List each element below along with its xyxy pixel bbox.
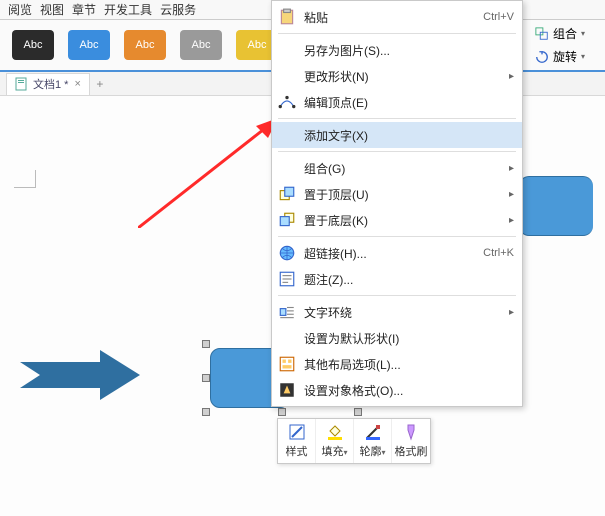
tab-close-icon[interactable]: × xyxy=(74,78,80,90)
group-button[interactable]: 组合▾ xyxy=(531,22,601,45)
cm-group[interactable]: 组合(G)▸ xyxy=(272,155,522,181)
cm-separator xyxy=(278,151,516,152)
caption-icon xyxy=(278,270,296,288)
cm-caption[interactable]: 题注(Z)... xyxy=(272,266,522,292)
cm-separator xyxy=(278,33,516,34)
chevron-right-icon: ▸ xyxy=(504,163,514,174)
group-icon xyxy=(535,27,549,41)
tab-title: 文档1 * xyxy=(33,76,68,92)
ft-format-painter[interactable]: 格式刷 xyxy=(392,419,430,463)
bring-front-icon xyxy=(278,185,296,203)
outline-icon xyxy=(364,423,382,441)
cm-separator xyxy=(278,236,516,237)
right-toolbar: 组合▾ 旋转▾ xyxy=(531,22,601,68)
menu-cloud[interactable]: 云服务 xyxy=(160,1,196,18)
group-label: 组合 xyxy=(553,25,577,42)
chevron-right-icon: ▸ xyxy=(504,189,514,200)
menu-devtools[interactable]: 开发工具 xyxy=(104,1,152,18)
ft-outline[interactable]: 轮廓▾ xyxy=(354,419,392,463)
cm-edit-points[interactable]: 编辑顶点(E) xyxy=(272,89,522,115)
handle-bm[interactable] xyxy=(278,408,286,416)
cm-change-shape[interactable]: 更改形状(N)▸ xyxy=(272,63,522,89)
margin-marker xyxy=(14,170,36,188)
annotation-arrow-blue xyxy=(20,350,140,400)
swatch-blue[interactable]: Abc xyxy=(68,30,110,60)
handle-bl[interactable] xyxy=(202,408,210,416)
ft-style[interactable]: 样式 xyxy=(278,419,316,463)
cm-set-default-shape[interactable]: 设置为默认形状(I) xyxy=(272,325,522,351)
add-tab-button[interactable]: + xyxy=(90,77,110,91)
handle-ml[interactable] xyxy=(202,374,210,382)
annotation-arrow-red xyxy=(138,118,278,228)
doc-icon xyxy=(15,77,27,91)
handle-tl[interactable] xyxy=(202,340,210,348)
menu-view[interactable]: 视图 xyxy=(40,1,64,18)
text-wrap-icon xyxy=(278,303,296,321)
chevron-right-icon: ▸ xyxy=(504,307,514,318)
layout-icon xyxy=(278,355,296,373)
cm-more-layout[interactable]: 其他布局选项(L)... xyxy=(272,351,522,377)
cm-separator xyxy=(278,118,516,119)
style-icon xyxy=(288,423,306,441)
cm-separator xyxy=(278,295,516,296)
rotate-label: 旋转 xyxy=(553,48,577,65)
format-object-icon xyxy=(278,381,296,399)
cm-paste[interactable]: 粘贴 Ctrl+V xyxy=(272,4,522,30)
format-painter-icon xyxy=(402,423,420,441)
menu-chapter[interactable]: 章节 xyxy=(72,1,96,18)
fill-icon xyxy=(326,423,344,441)
rotate-icon xyxy=(535,50,549,64)
rotate-button[interactable]: 旋转▾ xyxy=(531,45,601,68)
hyperlink-icon xyxy=(278,244,296,262)
cm-save-as-picture[interactable]: 另存为图片(S)... xyxy=(272,37,522,63)
document-tab[interactable]: 文档1 * × xyxy=(6,73,90,95)
shape-rounded-rect-top[interactable] xyxy=(519,176,593,236)
ft-fill[interactable]: 填充▾ xyxy=(316,419,354,463)
cm-bring-front[interactable]: 置于顶层(U)▸ xyxy=(272,181,522,207)
cm-send-back[interactable]: 置于底层(K)▸ xyxy=(272,207,522,233)
cm-format-object[interactable]: 设置对象格式(O)... xyxy=(272,377,522,403)
swatch-black[interactable]: Abc xyxy=(12,30,54,60)
paste-icon xyxy=(278,8,296,26)
cm-hyperlink[interactable]: 超链接(H)... Ctrl+K xyxy=(272,240,522,266)
context-menu: 粘贴 Ctrl+V 另存为图片(S)... 更改形状(N)▸ 编辑顶点(E) 添… xyxy=(271,0,523,407)
chevron-right-icon: ▸ xyxy=(504,215,514,226)
menu-review[interactable]: 阅览 xyxy=(8,1,32,18)
cm-text-wrap[interactable]: 文字环绕▸ xyxy=(272,299,522,325)
swatch-gray[interactable]: Abc xyxy=(180,30,222,60)
cm-add-text[interactable]: 添加文字(X) xyxy=(272,122,522,148)
swatch-orange[interactable]: Abc xyxy=(124,30,166,60)
send-back-icon xyxy=(278,211,296,229)
handle-br[interactable] xyxy=(354,408,362,416)
chevron-right-icon: ▸ xyxy=(504,71,514,82)
edit-points-icon xyxy=(278,93,296,111)
float-toolbar: 样式 填充▾ 轮廓▾ 格式刷 xyxy=(277,418,431,464)
